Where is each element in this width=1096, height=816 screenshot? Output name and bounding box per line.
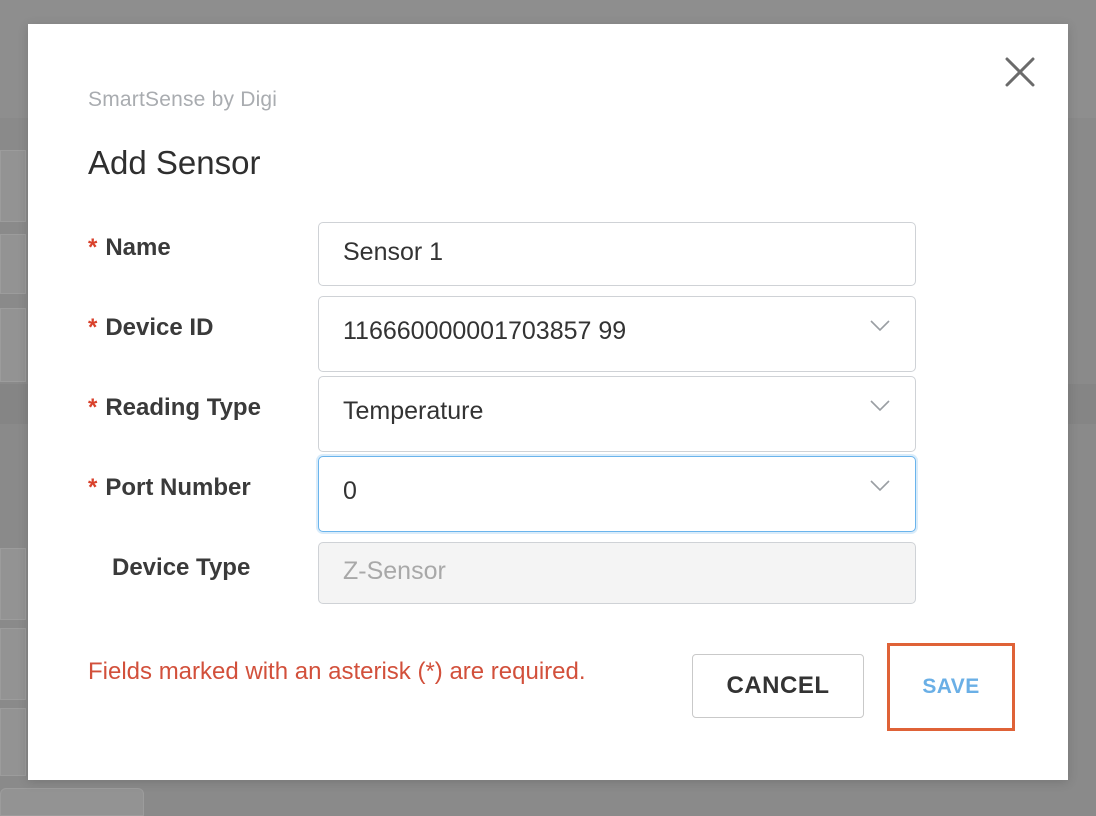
background-panel [0, 308, 26, 382]
device-id-label: * Device ID [88, 314, 213, 342]
dialog-title: Add Sensor [88, 144, 261, 181]
name-row: * Name Sensor 1 [28, 222, 1068, 298]
background-band [1068, 384, 1096, 424]
background-band [0, 384, 28, 424]
save-button-highlight: SAVE [887, 643, 1015, 731]
cancel-button[interactable]: CANCEL [692, 654, 864, 718]
add-sensor-dialog: SmartSense by Digi Add Sensor * Name Sens… [28, 24, 1068, 780]
reading-type-row: * Reading Type Temperature [28, 376, 1068, 452]
port-number-select-value: 0 [343, 477, 357, 505]
name-label-text: Name [105, 234, 171, 261]
required-fields-note: Fields marked with an asterisk (*) are r… [88, 658, 586, 685]
name-label: * Name [88, 234, 171, 262]
required-asterisk: * [88, 394, 98, 421]
background-panel [0, 548, 26, 620]
required-asterisk: * [88, 234, 98, 261]
reading-type-select-value: Temperature [343, 397, 484, 425]
background-panel [0, 708, 26, 776]
device-id-label-text: Device ID [105, 314, 214, 341]
reading-type-label-text: Reading Type [105, 394, 261, 421]
close-button[interactable] [1002, 54, 1038, 90]
required-asterisk: * [88, 474, 98, 501]
port-number-select[interactable]: 0 [318, 456, 916, 532]
close-icon [1005, 57, 1035, 87]
chevron-down-icon [870, 480, 890, 492]
port-number-label: * Port Number [88, 474, 251, 502]
reading-type-label: * Reading Type [88, 394, 261, 422]
background-panel [0, 150, 26, 222]
chevron-down-icon [870, 400, 890, 412]
device-id-select-value: 116660000001703857 99 [343, 317, 627, 345]
background-button [0, 788, 144, 816]
background-panel [0, 628, 26, 700]
save-button[interactable]: SAVE [890, 646, 1012, 728]
device-type-input: Z-Sensor [318, 542, 916, 604]
port-number-row: * Port Number 0 [28, 456, 1068, 532]
device-type-label: Device Type [112, 554, 251, 581]
reading-type-select[interactable]: Temperature [318, 376, 916, 452]
name-input[interactable]: Sensor 1 [318, 222, 916, 286]
device-type-row: Device Type Z-Sensor [28, 542, 1068, 618]
required-asterisk: * [88, 314, 98, 341]
device-id-row: * Device ID 116660000001703857 99 [28, 296, 1068, 372]
device-type-input-value: Z-Sensor [343, 557, 446, 585]
background-panel [0, 234, 26, 294]
name-input-value: Sensor 1 [343, 238, 444, 266]
chevron-down-icon [870, 320, 890, 332]
brand-label: SmartSense by Digi [88, 88, 278, 111]
device-id-select[interactable]: 116660000001703857 99 [318, 296, 916, 372]
port-number-label-text: Port Number [105, 474, 251, 501]
